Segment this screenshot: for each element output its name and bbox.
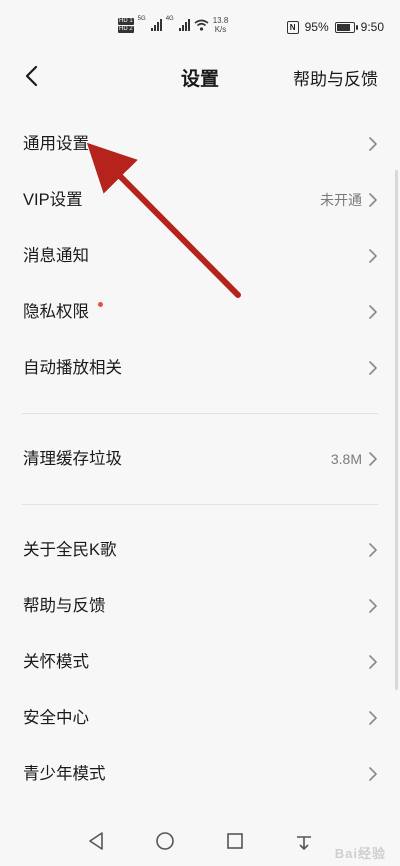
- new-indicator-dot: [98, 302, 103, 307]
- watermark: Bai经验: [334, 846, 386, 861]
- signal-icon: [178, 19, 190, 31]
- settings-row-label: 关怀模式: [23, 653, 89, 671]
- help-feedback-link[interactable]: 帮助与反馈: [293, 65, 378, 90]
- nav-recents-icon[interactable]: [223, 829, 247, 853]
- chevron-right-icon: [369, 361, 377, 375]
- settings-row-label: 安全中心: [23, 709, 89, 727]
- settings-row-label: VIP设置: [23, 191, 83, 209]
- wifi-icon: [194, 19, 209, 31]
- chevron-right-icon: [369, 452, 377, 466]
- settings-list: 通用设置 VIP设置 未开通消息通知隐私权限自动播放相关 清理缓存垃圾 3.8M 关于全民…: [0, 116, 400, 802]
- hd-top: HD 1: [118, 17, 134, 25]
- chevron-right-icon: [369, 305, 377, 319]
- settings-row[interactable]: 消息通知: [0, 228, 400, 284]
- settings-row-value: 未开通: [320, 192, 362, 208]
- settings-row[interactable]: 帮助与反馈: [0, 578, 400, 634]
- hd-bottom: HD 2: [118, 25, 134, 33]
- signal2-label: 4G: [165, 16, 174, 22]
- chevron-right-icon: [369, 249, 377, 263]
- chevron-right-icon: [369, 137, 377, 151]
- settings-row-label: 青少年模式: [23, 765, 106, 783]
- settings-row-label: 清理缓存垃圾: [23, 450, 122, 468]
- settings-row[interactable]: 自动播放相关: [0, 340, 400, 396]
- settings-row[interactable]: 关怀模式: [0, 634, 400, 690]
- settings-row-label: 消息通知: [23, 247, 89, 265]
- system-nav-bar: Bai经验: [0, 816, 400, 866]
- nav-back-icon[interactable]: [84, 829, 108, 853]
- battery-percent: 95%: [304, 20, 329, 34]
- settings-row-label: 帮助与反馈: [23, 597, 106, 615]
- chevron-right-icon: [369, 655, 377, 669]
- settings-row-label: 通用设置: [23, 135, 89, 153]
- signal1-label: 5G: [137, 16, 146, 22]
- settings-row[interactable]: 清理缓存垃圾 3.8M: [0, 431, 400, 487]
- chevron-right-icon: [369, 543, 377, 557]
- battery-icon: [334, 21, 358, 33]
- settings-row-label: 隐私权限: [23, 303, 89, 321]
- settings-row-label: 自动播放相关: [23, 359, 122, 377]
- net-speed: 13.8 K/s: [213, 16, 229, 34]
- net-speed-value: 13.8: [212, 16, 229, 25]
- chevron-right-icon: [369, 711, 377, 725]
- nfc-icon: N: [286, 20, 299, 34]
- signal-icon: [150, 19, 162, 31]
- status-center: HD 1 HD 2 5G 4G 13.8 K/s: [118, 16, 228, 34]
- hd-indicator: HD 1 HD 2: [118, 17, 134, 33]
- chevron-right-icon: [369, 193, 377, 207]
- nav-down-icon[interactable]: [292, 829, 316, 853]
- settings-row[interactable]: 关于全民K歌: [0, 522, 400, 578]
- settings-row[interactable]: 隐私权限: [0, 284, 400, 340]
- settings-row-value: 3.8M: [330, 451, 362, 467]
- status-right: N 95% 9:50: [286, 20, 384, 34]
- settings-row[interactable]: VIP设置 未开通: [0, 172, 400, 228]
- settings-row[interactable]: 安全中心: [0, 690, 400, 746]
- net-speed-unit: K/s: [214, 25, 227, 34]
- app-header: 设置 帮助与反馈: [0, 52, 400, 100]
- nav-home-icon[interactable]: [153, 829, 177, 853]
- chevron-right-icon: [369, 767, 377, 781]
- battery-fill: [336, 23, 350, 31]
- chevron-right-icon: [369, 599, 377, 613]
- settings-row-label: 关于全民K歌: [23, 541, 117, 559]
- clock: 9:50: [360, 20, 384, 34]
- scrollbar[interactable]: [395, 170, 398, 690]
- status-bar: HD 1 HD 2 5G 4G 13.8 K/s N 95% 9:50: [0, 0, 400, 52]
- settings-row[interactable]: 通用设置: [0, 116, 400, 172]
- settings-row[interactable]: 青少年模式: [0, 746, 400, 802]
